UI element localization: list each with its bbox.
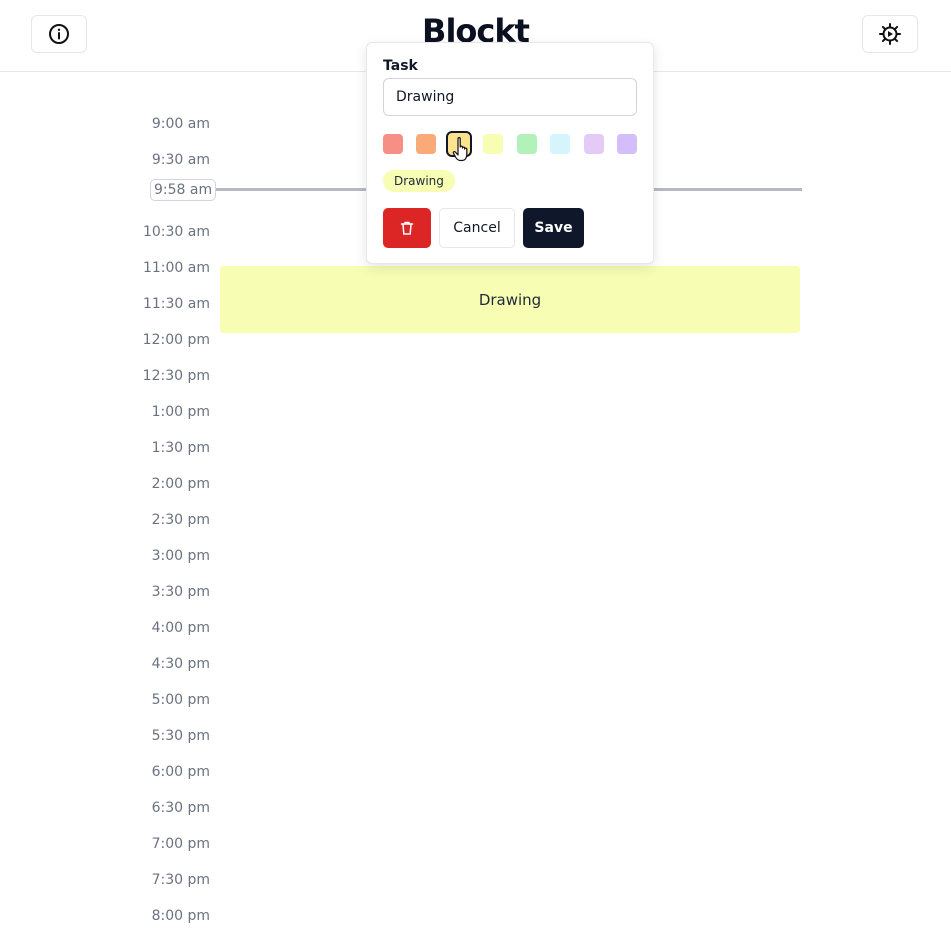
time-label: 5:30 pm xyxy=(151,728,210,744)
color-swatch[interactable] xyxy=(517,134,537,154)
task-field-label: Task xyxy=(383,58,418,74)
color-swatch[interactable] xyxy=(416,134,436,154)
time-label: 2:00 pm xyxy=(151,476,210,492)
delete-button[interactable] xyxy=(383,208,431,248)
task-editor-popover: Task Drawing Cancel Save xyxy=(366,42,654,264)
task-name-input[interactable] xyxy=(383,78,637,116)
hand-cursor-icon xyxy=(452,137,468,162)
settings-button[interactable] xyxy=(862,15,918,53)
time-label: 1:30 pm xyxy=(151,440,210,456)
task-preview-tag: Drawing xyxy=(383,170,455,192)
time-label: 2:30 pm xyxy=(151,512,210,528)
gear-icon xyxy=(879,23,901,45)
time-label: 7:00 pm xyxy=(151,836,210,852)
task-block[interactable]: Drawing xyxy=(220,266,800,333)
time-label: 4:00 pm xyxy=(151,620,210,636)
color-swatch[interactable] xyxy=(584,134,604,154)
time-label: 9:30 am xyxy=(151,152,210,168)
time-label: 11:00 am xyxy=(142,260,210,276)
time-label: 3:00 pm xyxy=(151,548,210,564)
color-swatch[interactable] xyxy=(617,134,637,154)
time-label: 9:00 am xyxy=(151,116,210,132)
color-swatch[interactable] xyxy=(383,134,403,154)
trash-icon xyxy=(400,221,414,235)
time-label: 6:00 pm xyxy=(151,764,210,780)
time-label: 4:30 pm xyxy=(151,656,210,672)
current-time-badge: 9:58 am xyxy=(150,179,217,201)
color-swatch[interactable] xyxy=(550,134,570,154)
time-label: 5:00 pm xyxy=(151,692,210,708)
time-label: 12:30 pm xyxy=(142,368,210,384)
color-swatch[interactable] xyxy=(483,134,503,154)
cancel-button[interactable]: Cancel xyxy=(439,208,515,248)
time-label: 6:30 pm xyxy=(151,800,210,816)
time-label: 1:00 pm xyxy=(151,404,210,420)
time-label: 3:30 pm xyxy=(151,584,210,600)
save-button[interactable]: Save xyxy=(523,208,584,248)
time-label: 7:30 pm xyxy=(151,872,210,888)
time-label: 10:30 am xyxy=(142,224,210,240)
time-label: 11:30 am xyxy=(142,296,210,312)
task-block-label: Drawing xyxy=(478,290,542,309)
time-label: 8:00 pm xyxy=(151,908,210,924)
time-label: 12:00 pm xyxy=(142,332,210,348)
